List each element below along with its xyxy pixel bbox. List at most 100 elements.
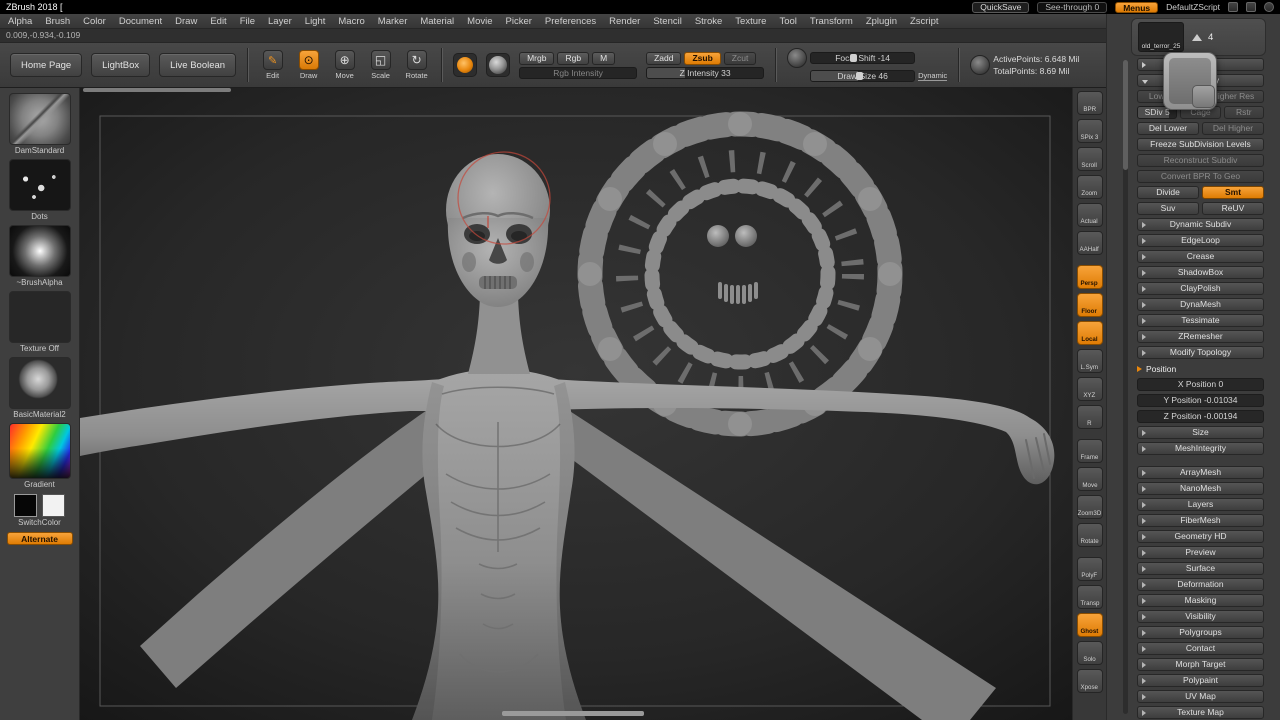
- right-shelf-button[interactable]: Xpose: [1077, 669, 1103, 693]
- palette-section-button[interactable]: Surface: [1137, 562, 1264, 575]
- menu-item[interactable]: Texture: [735, 16, 766, 27]
- help-icon[interactable]: [1264, 2, 1274, 12]
- right-shelf-button[interactable]: Rotate: [1077, 523, 1103, 547]
- right-shelf-button[interactable]: R: [1077, 405, 1103, 429]
- right-shelf-button[interactable]: Persp: [1077, 265, 1103, 289]
- palette-section-button[interactable]: Morph Target: [1137, 658, 1264, 671]
- tool-panel-scrollbar[interactable]: [1123, 60, 1128, 714]
- rgb-intensity-slider[interactable]: Rgb Intensity: [519, 67, 637, 79]
- tool-panel-button[interactable]: Dynamic Subdiv: [1137, 218, 1264, 231]
- zadd-button[interactable]: Zadd: [646, 52, 681, 65]
- menu-item[interactable]: Macro: [338, 16, 364, 27]
- menu-item[interactable]: Edit: [210, 16, 226, 27]
- tool-panel-button[interactable]: Modify Topology: [1137, 346, 1264, 359]
- home-page-button[interactable]: Home Page: [10, 53, 82, 77]
- right-shelf-button[interactable]: L.Sym: [1077, 349, 1103, 373]
- canvas-scrollbar-top[interactable]: [83, 88, 231, 92]
- material-sphere-icon[interactable]: [486, 53, 510, 77]
- tray-thumbnail[interactable]: [9, 357, 71, 409]
- document-canvas[interactable]: [80, 88, 1072, 720]
- rgb-button[interactable]: Rgb: [557, 52, 589, 65]
- palette-section-button[interactable]: ArrayMesh: [1137, 466, 1264, 479]
- freeze-subdivision-button[interactable]: Freeze SubDivision Levels: [1137, 138, 1264, 151]
- lightbox-button[interactable]: LightBox: [91, 53, 150, 77]
- menu-item[interactable]: Tool: [779, 16, 796, 27]
- tray-label[interactable]: DamStandard: [15, 146, 64, 155]
- position-slider[interactable]: X Position 0: [1137, 378, 1264, 391]
- tray-thumbnail[interactable]: [9, 225, 71, 277]
- quicksave-button[interactable]: QuickSave: [972, 2, 1029, 13]
- move-mode-button[interactable]: ⊕ Move: [331, 50, 358, 80]
- position-slider[interactable]: Z Position -0.00194: [1137, 410, 1264, 423]
- menu-item[interactable]: Layer: [268, 16, 292, 27]
- smt-toggle[interactable]: Smt: [1202, 186, 1264, 199]
- reconstruct-subdiv-button[interactable]: Reconstruct Subdiv: [1137, 154, 1264, 167]
- menu-item[interactable]: Document: [119, 16, 162, 27]
- tool-panel-button[interactable]: DynaMesh: [1137, 298, 1264, 311]
- palette-section-button[interactable]: Deformation: [1137, 578, 1264, 591]
- divide-button[interactable]: Divide: [1137, 186, 1199, 199]
- menu-item[interactable]: Light: [305, 16, 326, 27]
- tool-panel-button[interactable]: ClayPolish: [1137, 282, 1264, 295]
- palette-section-button[interactable]: Masking: [1137, 594, 1264, 607]
- right-shelf-button[interactable]: Zoom3D: [1077, 495, 1103, 519]
- suv-toggle[interactable]: Suv: [1137, 202, 1199, 215]
- right-shelf-button[interactable]: Local: [1077, 321, 1103, 345]
- palette-section-button[interactable]: UV Map: [1137, 690, 1264, 703]
- palette-section-button[interactable]: FiberMesh: [1137, 514, 1264, 527]
- right-shelf-button[interactable]: Frame: [1077, 439, 1103, 463]
- tray-label[interactable]: Alternate: [7, 532, 73, 545]
- palette-section-button[interactable]: Polygroups: [1137, 626, 1264, 639]
- palette-section-button[interactable]: NanoMesh: [1137, 482, 1264, 495]
- del-higher-button[interactable]: Del Higher: [1202, 122, 1264, 135]
- right-shelf-button[interactable]: SPix 3: [1077, 119, 1103, 143]
- tray-label[interactable]: BasicMaterial2: [13, 410, 65, 419]
- right-shelf-button[interactable]: Zoom: [1077, 175, 1103, 199]
- tray-thumbnail[interactable]: [9, 291, 71, 343]
- scale-mode-button[interactable]: ◱ Scale: [367, 50, 394, 80]
- right-shelf-button[interactable]: BPR: [1077, 91, 1103, 115]
- m-button[interactable]: M: [592, 52, 615, 65]
- live-boolean-button[interactable]: Live Boolean: [159, 53, 236, 77]
- right-shelf-button[interactable]: PolyF: [1077, 557, 1103, 581]
- palette-section-button[interactable]: Polypaint: [1137, 674, 1264, 687]
- menu-item[interactable]: Marker: [378, 16, 408, 27]
- tool-panel-button[interactable]: ZRemesher: [1137, 330, 1264, 343]
- palette-section-button[interactable]: Geometry HD: [1137, 530, 1264, 543]
- right-shelf-button[interactable]: Actual: [1077, 203, 1103, 227]
- rotate-mode-button[interactable]: ↻ Rotate: [403, 50, 430, 80]
- dynamic-toggle[interactable]: Dynamic: [918, 71, 947, 81]
- menu-item[interactable]: Picker: [506, 16, 532, 27]
- menu-item[interactable]: File: [240, 16, 255, 27]
- tool-panel-button[interactable]: EdgeLoop: [1137, 234, 1264, 247]
- palette-section-button[interactable]: Layers: [1137, 498, 1264, 511]
- tray-label[interactable]: SwitchColor: [18, 518, 61, 527]
- menu-item[interactable]: Color: [83, 16, 106, 27]
- palette-section-button[interactable]: Preview: [1137, 546, 1264, 559]
- position-section[interactable]: Position: [1137, 362, 1264, 375]
- default-zscript-label[interactable]: DefaultZScript: [1166, 2, 1220, 12]
- tray-label[interactable]: ~BrushAlpha: [16, 278, 62, 287]
- menu-item[interactable]: Brush: [45, 16, 70, 27]
- menu-item[interactable]: Alpha: [8, 16, 32, 27]
- palette-section-button[interactable]: Contact: [1137, 642, 1264, 655]
- convert-bpr-button[interactable]: Convert BPR To Geo: [1137, 170, 1264, 183]
- tool-panel-button[interactable]: ShadowBox: [1137, 266, 1264, 279]
- right-shelf-button[interactable]: Transp: [1077, 585, 1103, 609]
- reuv-button[interactable]: ReUV: [1202, 202, 1264, 215]
- del-lower-button[interactable]: Del Lower: [1137, 122, 1199, 135]
- menu-item[interactable]: Preferences: [545, 16, 596, 27]
- draw-mode-button[interactable]: ⊙ Draw: [295, 50, 322, 80]
- focal-shift-slider[interactable]: Focal Shift -14: [810, 52, 915, 64]
- right-shelf-button[interactable]: Solo: [1077, 641, 1103, 665]
- menu-item[interactable]: Transform: [810, 16, 853, 27]
- tool-panel-button[interactable]: Crease: [1137, 250, 1264, 263]
- palette-section-button[interactable]: Texture Map: [1137, 706, 1264, 719]
- mrgb-button[interactable]: Mrgb: [519, 52, 554, 65]
- right-shelf-button[interactable]: XYZ: [1077, 377, 1103, 401]
- palette-section-button[interactable]: Visibility: [1137, 610, 1264, 623]
- see-through-slider[interactable]: See-through 0: [1037, 2, 1107, 13]
- menu-item[interactable]: Zplugin: [866, 16, 897, 27]
- tool-panel-button[interactable]: MeshIntegrity: [1137, 442, 1264, 455]
- edit-mode-button[interactable]: ✎ Edit: [259, 50, 286, 80]
